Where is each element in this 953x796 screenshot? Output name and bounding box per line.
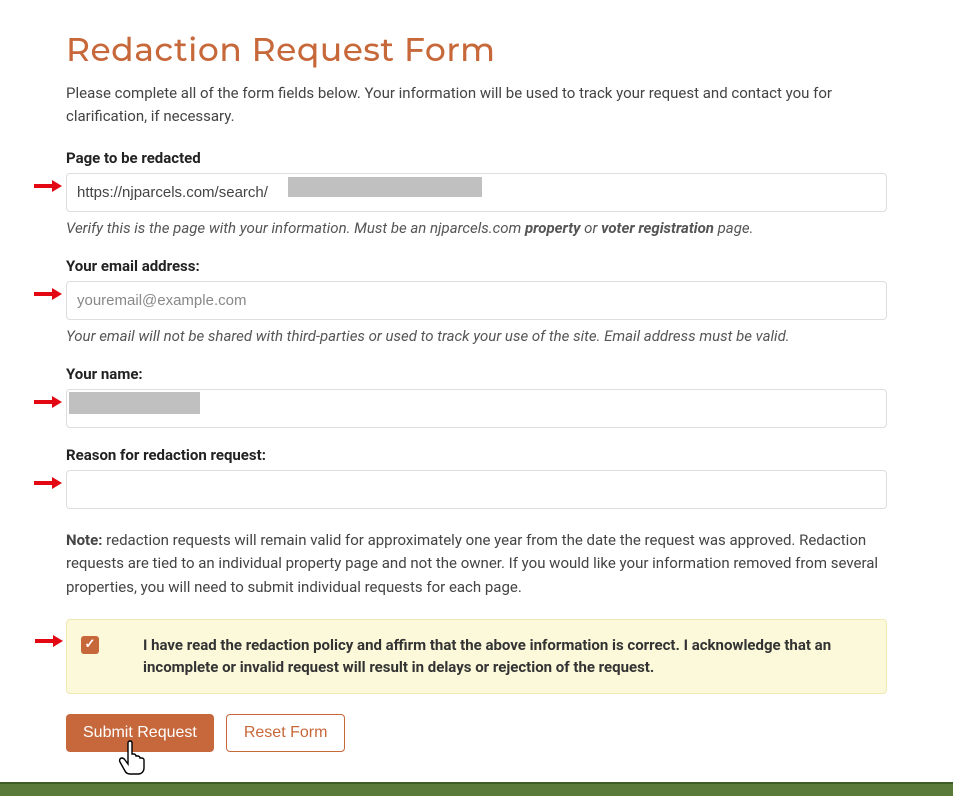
email-field-label: Your email address: [66,257,887,275]
intro-text: Please complete all of the form fields b… [66,82,887,127]
arrow-icon [34,476,62,490]
reason-field-label: Reason for redaction request: [66,446,887,464]
note-text: Note: redaction requests will remain val… [66,529,887,599]
email-field-help: Your email will not be shared with third… [66,326,887,347]
page-field-group: Page to be redacted Verify this is the p… [66,149,887,239]
page-field-label: Page to be redacted [66,149,887,167]
page-field-help: Verify this is the page with your inform… [66,218,887,239]
submit-button[interactable]: Submit Request [66,714,214,752]
email-field-group: Your email address: Your email will not … [66,257,887,347]
name-field-input[interactable] [66,389,887,428]
reset-button[interactable]: Reset Form [226,714,346,752]
page-title: Redaction Request Form [66,30,887,70]
name-field-group: Your name: [66,365,887,428]
email-field-input[interactable] [66,281,887,320]
footer-bar [0,782,953,796]
reason-field-input[interactable] [66,470,887,509]
arrow-icon [34,395,62,409]
button-row: Submit Request Reset Form [66,714,887,752]
affirmation-checkbox[interactable]: ✓ [81,636,99,654]
affirmation-box: ✓ I have read the redaction policy and a… [66,619,887,694]
affirmation-text: I have read the redaction policy and aff… [143,634,870,679]
arrow-icon [35,634,63,648]
arrow-icon [34,287,62,301]
name-field-label: Your name: [66,365,887,383]
reason-field-group: Reason for redaction request: [66,446,887,509]
arrow-icon [34,179,62,193]
page-field-input[interactable] [66,173,887,212]
